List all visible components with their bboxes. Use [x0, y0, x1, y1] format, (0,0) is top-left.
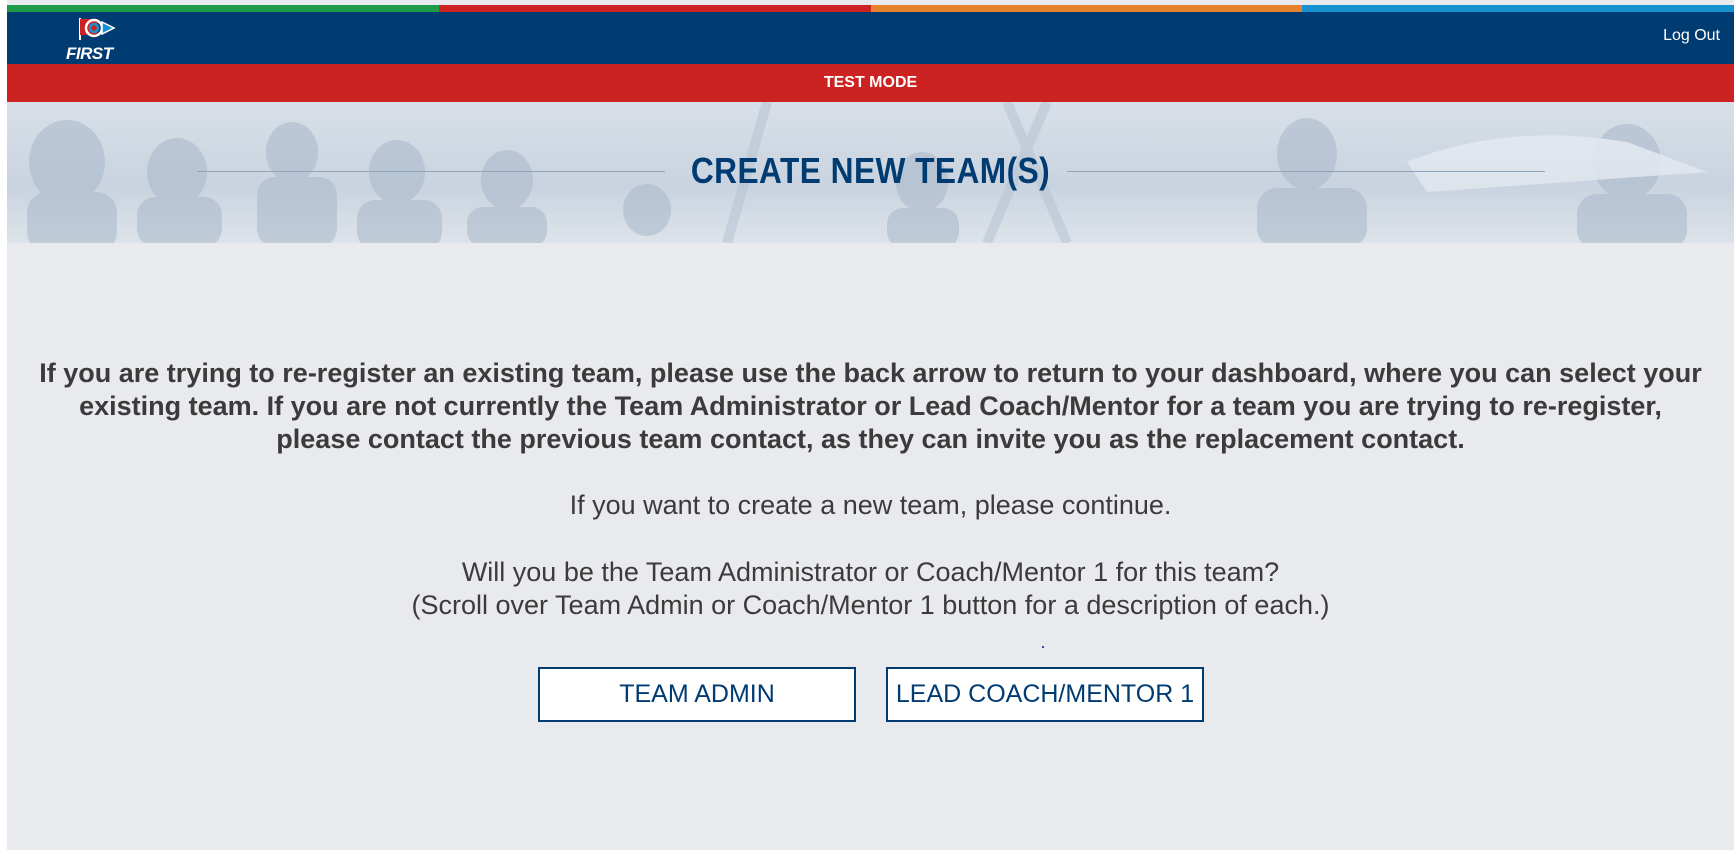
reregister-warning: If you are trying to re-register an exis… [39, 358, 1702, 454]
hero-banner: CREATE NEW TEAM(S) [7, 102, 1734, 243]
tooltip-anchor-dot [1042, 646, 1044, 648]
role-question-line1: Will you be the Team Administrator or Co… [461, 557, 1280, 587]
team-admin-button[interactable]: TEAM ADMIN [538, 667, 856, 722]
first-wordmark: FIRST [66, 44, 113, 63]
green-stripe [7, 5, 439, 12]
first-logo-icon [79, 18, 116, 40]
main-content: If you are trying to re-register an exis… [7, 243, 1734, 850]
page-title: CREATE NEW TEAM(S) [690, 150, 1051, 191]
red-stripe [438, 5, 871, 12]
first-logo[interactable]: FIRST [62, 16, 130, 63]
logout-link[interactable]: Log Out [1663, 27, 1720, 45]
lead-coach-mentor-button[interactable]: LEAD COACH/MENTOR 1 [886, 667, 1204, 722]
test-mode-label: TEST MODE [823, 74, 918, 91]
role-question: Will you be the Team Administrator or Co… [7, 556, 1734, 622]
orange-stripe [870, 5, 1303, 12]
top-navigation-bar: FIRST Log Out [7, 12, 1734, 64]
blue-stripe [1302, 5, 1734, 12]
role-question-line2: (Scroll over Team Admin or Coach/Mentor … [411, 590, 1330, 620]
brand-color-strip [7, 5, 1734, 12]
continue-text: If you want to create a new team, please… [569, 490, 1172, 520]
page-frame: FIRST Log Out TEST MODE CREATE NEW TEAM(… [7, 0, 1734, 850]
test-mode-banner: TEST MODE [7, 64, 1734, 102]
